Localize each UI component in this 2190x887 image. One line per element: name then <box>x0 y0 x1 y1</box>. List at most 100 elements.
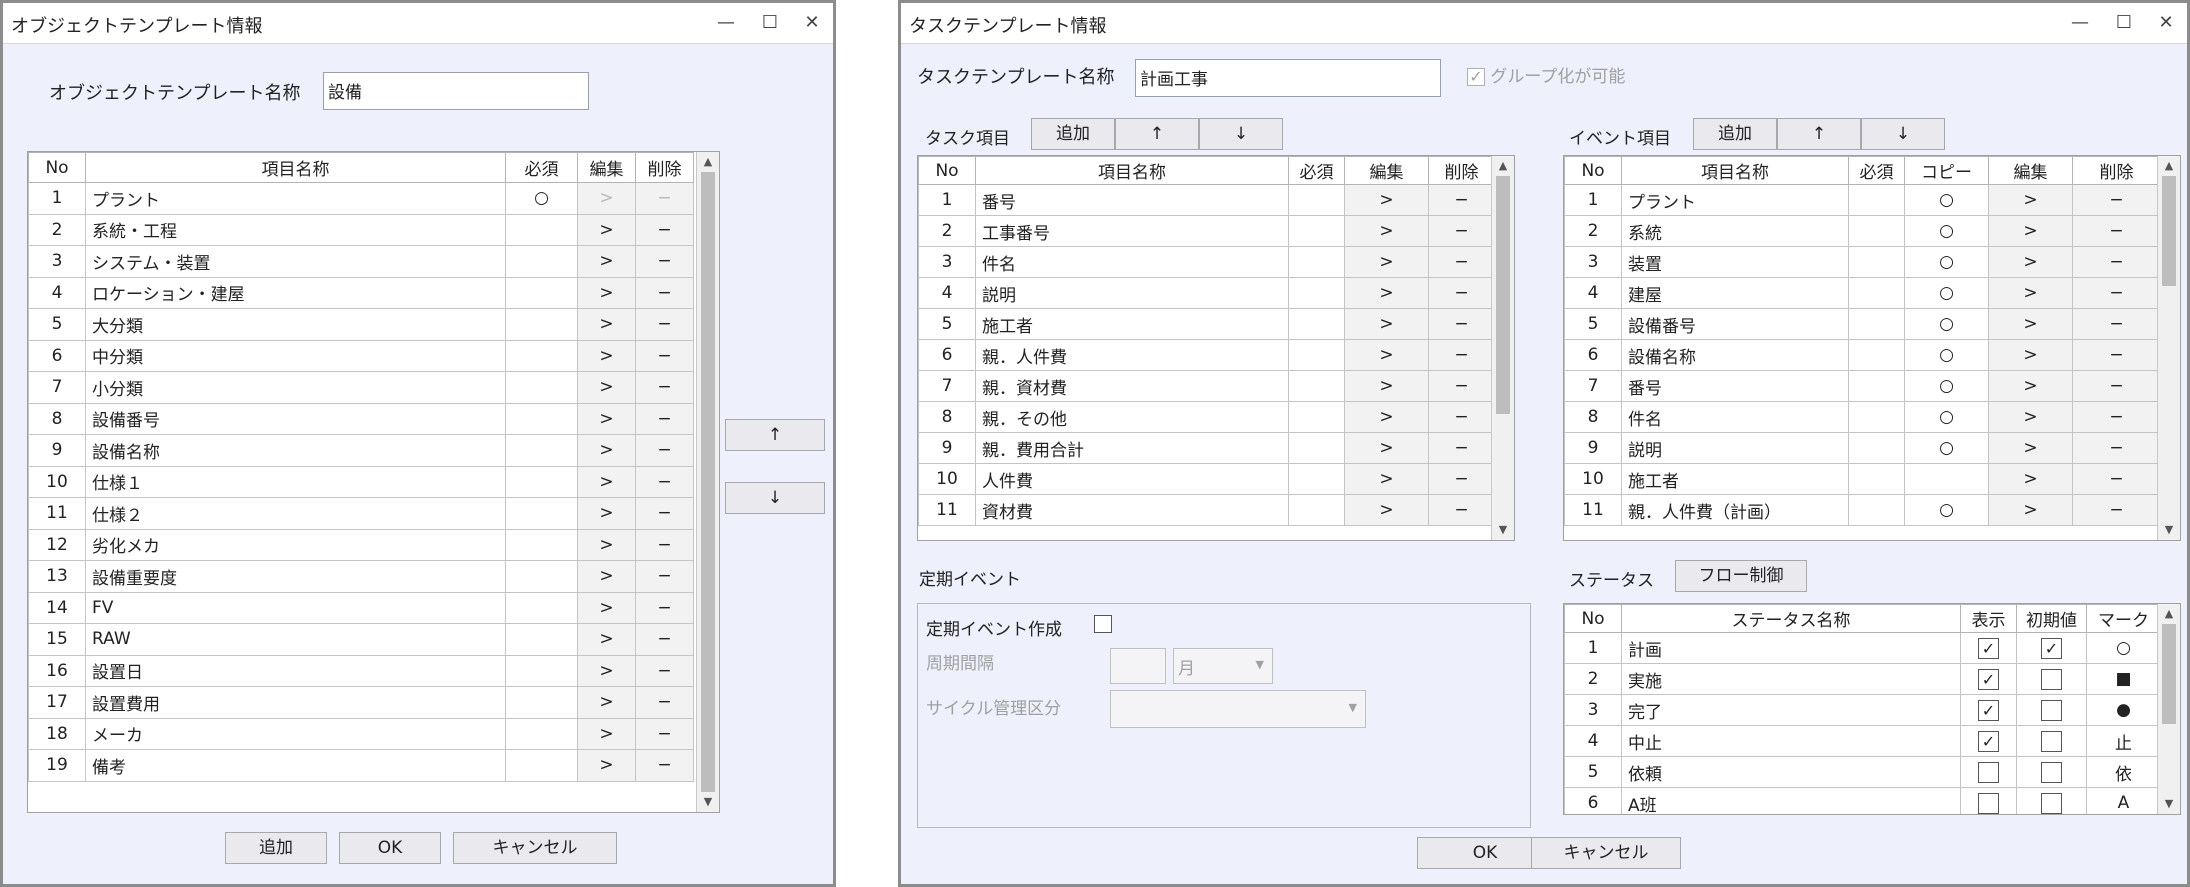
delete-button[interactable]: − <box>635 213 694 246</box>
scroll-down-arrow-icon[interactable]: ▼ <box>2158 522 2180 538</box>
delete-button[interactable]: − <box>1428 370 1495 402</box>
cancel-button[interactable]: キャンセル <box>453 832 617 864</box>
event-move-up-button[interactable]: ↑ <box>1777 118 1861 150</box>
delete-button[interactable]: − <box>635 623 694 656</box>
table-row[interactable]: 13 設備重要度 > − <box>28 560 694 593</box>
add-button[interactable]: 追加 <box>225 832 327 864</box>
scroll-down-arrow-icon[interactable]: ▼ <box>2158 796 2180 812</box>
table-row[interactable]: 18 メーカ > − <box>28 717 694 750</box>
delete-button[interactable]: − <box>2072 184 2161 216</box>
table-row[interactable]: 17 設置費用 > − <box>28 686 694 719</box>
table-row[interactable]: 3 完了 ✓ ● <box>1564 694 2161 726</box>
delete-button[interactable]: − <box>1428 401 1495 433</box>
table-row[interactable]: 2 系統 ○ > − <box>1564 215 2161 247</box>
scroll-thumb[interactable] <box>1496 176 1510 414</box>
table-row[interactable]: 4 ロケーション・建屋 > − <box>28 276 694 309</box>
ok-button[interactable]: OK <box>339 832 441 864</box>
table-row[interactable]: 6 親．人件費 > − <box>918 339 1495 371</box>
delete-button[interactable]: − <box>2072 463 2161 495</box>
scroll-up-arrow-icon[interactable]: ▲ <box>1492 158 1514 174</box>
table-row[interactable]: 6 中分類 > − <box>28 339 694 372</box>
edit-button[interactable]: > <box>577 308 636 341</box>
edit-button[interactable]: > <box>1988 432 2073 464</box>
delete-button[interactable]: − <box>635 402 694 435</box>
delete-button[interactable]: − <box>2072 401 2161 433</box>
cycle-category-select[interactable]: ▼ <box>1110 690 1366 728</box>
event-table-scrollbar[interactable]: ▲ ▼ <box>2157 156 2180 540</box>
delete-button[interactable]: − <box>1428 432 1495 464</box>
delete-button[interactable]: − <box>1428 494 1495 526</box>
edit-button[interactable]: > <box>577 686 636 719</box>
edit-button[interactable]: > <box>1988 494 2073 526</box>
show-checkbox[interactable]: ✓ <box>1978 699 1999 721</box>
edit-button[interactable]: > <box>1988 277 2073 309</box>
scroll-down-arrow-icon[interactable]: ▼ <box>1492 522 1514 538</box>
table-row[interactable]: 8 件名 ○ > − <box>1564 401 2161 433</box>
delete-button[interactable]: − <box>2072 494 2161 526</box>
delete-button[interactable]: − <box>1428 184 1495 216</box>
item-table-scrollbar[interactable]: ▲ ▼ <box>696 152 719 812</box>
table-row[interactable]: 2 系統・工程 > − <box>28 213 694 246</box>
move-down-button[interactable]: ↓ <box>725 482 825 514</box>
minimize-icon[interactable]: — <box>711 9 741 37</box>
edit-button[interactable]: > <box>577 182 636 215</box>
show-checkbox[interactable]: ✓ <box>1978 668 1999 690</box>
edit-button[interactable]: > <box>1988 184 2073 216</box>
table-row[interactable]: 7 親．資材費 > − <box>918 370 1495 402</box>
table-row[interactable]: 10 人件費 > − <box>918 463 1495 495</box>
table-row[interactable]: 5 依頼 依 <box>1564 756 2161 788</box>
delete-button[interactable]: − <box>2072 339 2161 371</box>
event-add-button[interactable]: 追加 <box>1693 118 1777 150</box>
table-row[interactable]: 2 工事番号 > − <box>918 215 1495 247</box>
table-row[interactable]: 10 施工者 > − <box>1564 463 2161 495</box>
edit-button[interactable]: > <box>577 717 636 750</box>
table-row[interactable]: 9 親．費用合計 > − <box>918 432 1495 464</box>
edit-button[interactable]: > <box>577 560 636 593</box>
table-row[interactable]: 12 劣化メカ > − <box>28 528 694 561</box>
table-row[interactable]: 6 A班 A <box>1564 787 2161 814</box>
scroll-thumb[interactable] <box>2162 176 2176 286</box>
edit-button[interactable]: > <box>1344 494 1429 526</box>
edit-button[interactable]: > <box>1988 401 2073 433</box>
delete-button[interactable]: − <box>635 654 694 687</box>
delete-button[interactable]: − <box>1428 215 1495 247</box>
scroll-down-arrow-icon[interactable]: ▼ <box>697 794 719 810</box>
delete-button[interactable]: − <box>635 528 694 561</box>
edit-button[interactable]: > <box>577 434 636 467</box>
table-row[interactable]: 11 親．人件費（計画） ○ > − <box>1564 494 2161 526</box>
periodic-create-checkbox[interactable] <box>1094 615 1112 633</box>
edit-button[interactable]: > <box>577 213 636 246</box>
table-row[interactable]: 5 設備番号 ○ > − <box>1564 308 2161 340</box>
table-row[interactable]: 2 実施 ✓ ■ <box>1564 663 2161 695</box>
edit-button[interactable]: > <box>577 591 636 624</box>
edit-button[interactable]: > <box>1344 215 1429 247</box>
delete-button[interactable]: − <box>635 686 694 719</box>
table-row[interactable]: 1 プラント ○ > − <box>28 182 694 215</box>
table-row[interactable]: 11 資材費 > − <box>918 494 1495 526</box>
initial-checkbox[interactable] <box>2041 730 2062 752</box>
show-checkbox[interactable]: ✓ <box>1978 730 1999 752</box>
table-row[interactable]: 10 仕様１ > − <box>28 465 694 498</box>
delete-button[interactable]: − <box>1428 339 1495 371</box>
edit-button[interactable]: > <box>577 276 636 309</box>
initial-checkbox[interactable] <box>2041 699 2062 721</box>
edit-button[interactable]: > <box>1988 215 2073 247</box>
maximize-icon[interactable]: ☐ <box>755 9 785 37</box>
scroll-thumb[interactable] <box>701 172 715 792</box>
table-row[interactable]: 3 装置 ○ > − <box>1564 246 2161 278</box>
table-row[interactable]: 9 説明 ○ > − <box>1564 432 2161 464</box>
edit-button[interactable]: > <box>1344 246 1429 278</box>
delete-button[interactable]: − <box>635 497 694 530</box>
task-move-up-button[interactable]: ↑ <box>1115 118 1199 150</box>
edit-button[interactable]: > <box>577 465 636 498</box>
table-row[interactable]: 7 小分類 > − <box>28 371 694 404</box>
maximize-icon[interactable]: ☐ <box>2109 9 2139 37</box>
table-row[interactable]: 8 設備番号 > − <box>28 402 694 435</box>
edit-button[interactable]: > <box>1988 246 2073 278</box>
table-row[interactable]: 14 FV > − <box>28 591 694 624</box>
group-enable-checkbox[interactable]: ✓ <box>1467 68 1485 86</box>
template-name-input[interactable]: 設備 <box>323 72 589 110</box>
task-template-name-input[interactable]: 計画工事 <box>1135 59 1441 97</box>
edit-button[interactable]: > <box>1988 463 2073 495</box>
table-row[interactable]: 9 設備名称 > − <box>28 434 694 467</box>
